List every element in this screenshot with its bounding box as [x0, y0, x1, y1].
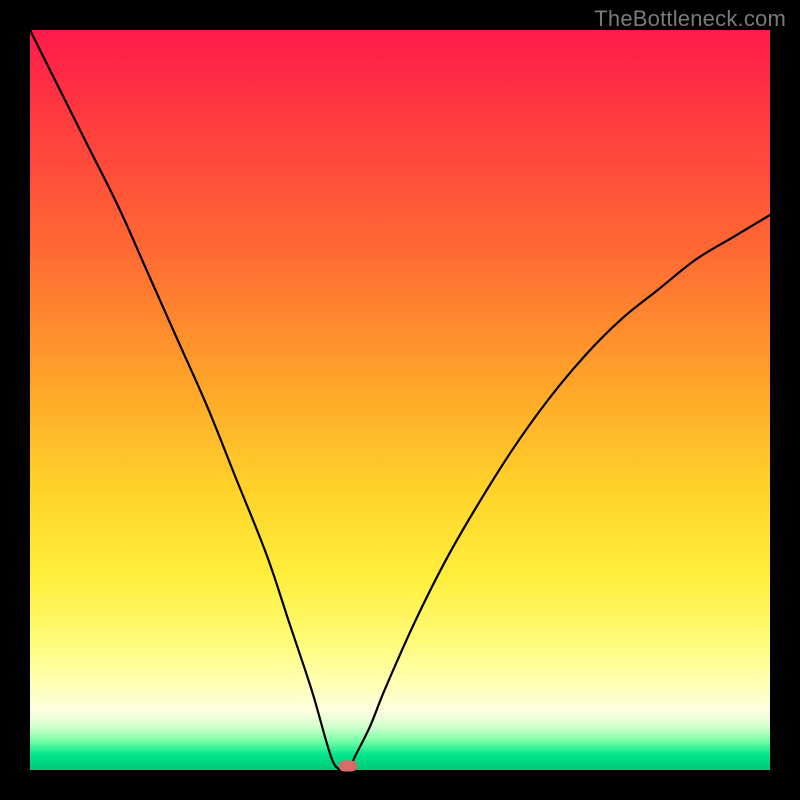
- chart-frame: TheBottleneck.com: [0, 0, 800, 800]
- watermark-text: TheBottleneck.com: [594, 6, 786, 32]
- bottleneck-curve: [30, 30, 770, 772]
- curve-svg: [30, 30, 770, 770]
- plot-area: [30, 30, 770, 770]
- minimum-marker: [339, 761, 357, 772]
